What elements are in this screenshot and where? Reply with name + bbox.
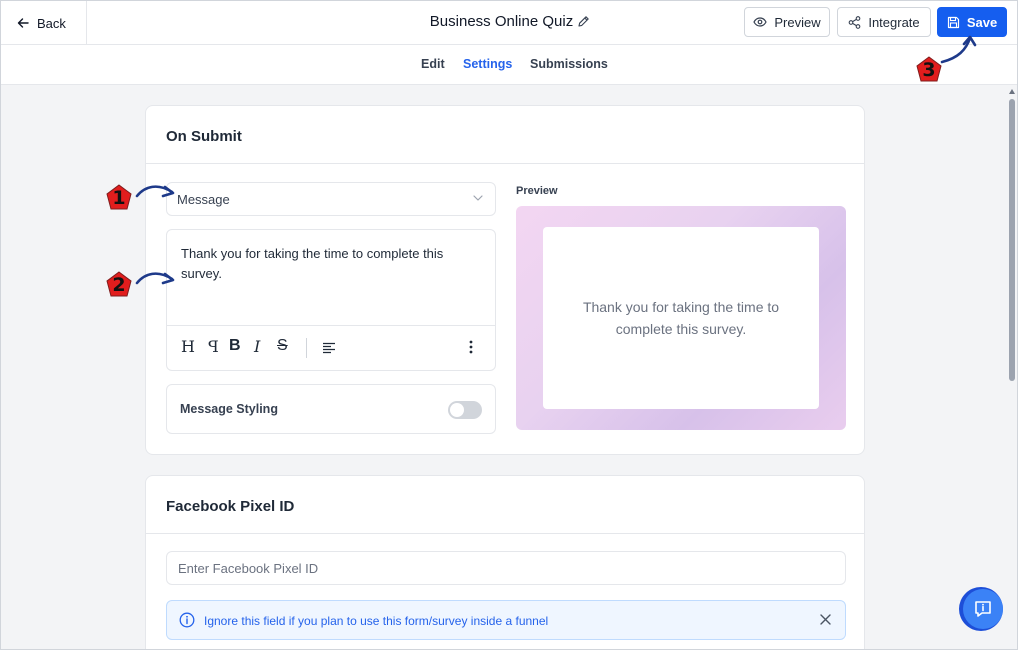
funnel-info-alert: Ignore this field if you plan to use thi… <box>166 600 846 640</box>
tab-bar: Edit Settings Submissions <box>1 45 1017 85</box>
eye-icon <box>753 17 768 27</box>
integrate-button-label: Integrate <box>868 14 920 30</box>
page-title: Business Online Quiz <box>429 13 574 30</box>
share-icon <box>848 15 861 29</box>
app-window: Back Business Online Quiz Preview Integr… <box>0 0 1018 650</box>
more-vertical-icon[interactable] <box>469 340 473 354</box>
step-marker-3: 3 <box>916 56 942 82</box>
toolbar-divider <box>306 338 307 358</box>
align-left-icon[interactable] <box>322 342 336 354</box>
tab-settings[interactable]: Settings <box>463 57 512 71</box>
on-submit-card: On Submit Message Thank you for taking t… <box>145 105 865 455</box>
back-button[interactable]: Back <box>1 1 87 45</box>
step-marker-1-number: 1 <box>112 187 126 209</box>
italic-button[interactable]: I <box>254 337 260 356</box>
facebook-pixel-title: Facebook Pixel ID <box>146 476 864 534</box>
scroll-up-arrow[interactable] <box>1009 89 1015 94</box>
arrow-left-icon <box>17 18 29 28</box>
bold-button[interactable]: B <box>229 337 241 355</box>
floppy-disk-icon <box>947 16 959 28</box>
chat-info-icon <box>975 601 991 617</box>
scroll-thumb[interactable] <box>1009 99 1015 381</box>
editor-toolbar: H ꟼ B I S <box>167 325 495 370</box>
preview-button-label: Preview <box>774 14 821 30</box>
heading-button[interactable]: H <box>181 337 195 356</box>
message-text[interactable]: Thank you for taking the time to complet… <box>181 244 481 284</box>
top-bar: Back Business Online Quiz Preview Integr… <box>1 1 1017 45</box>
integrate-button[interactable]: Integrate <box>837 7 931 37</box>
chat-help-button[interactable] <box>959 587 1003 631</box>
scrollbar[interactable] <box>1005 85 1017 649</box>
step-marker-2-number: 2 <box>112 274 126 296</box>
message-styling-toggle[interactable] <box>448 401 482 419</box>
info-icon <box>179 612 195 628</box>
close-icon[interactable] <box>820 614 831 625</box>
on-submit-title: On Submit <box>146 106 864 164</box>
message-styling-label: Message Styling <box>180 402 278 416</box>
funnel-info-text: Ignore this field if you plan to use thi… <box>204 614 549 628</box>
facebook-pixel-card: Facebook Pixel ID Ignore this field if y… <box>145 475 865 649</box>
preview-panel: Thank you for taking the time to complet… <box>516 206 846 430</box>
pencil-icon[interactable] <box>577 15 590 28</box>
submit-action-value: Message <box>177 191 230 207</box>
toggle-knob <box>450 403 464 417</box>
step-marker-3-number: 3 <box>922 59 936 81</box>
chevron-down-icon <box>473 195 483 201</box>
message-styling-row: Message Styling <box>166 384 496 434</box>
preview-message: Thank you for taking the time to complet… <box>543 227 819 409</box>
save-button[interactable]: Save <box>937 7 1007 37</box>
tab-submissions[interactable]: Submissions <box>530 57 608 71</box>
message-editor[interactable]: Thank you for taking the time to complet… <box>166 229 496 371</box>
step-marker-2: 2 <box>106 271 132 297</box>
facebook-pixel-input[interactable] <box>166 551 846 585</box>
save-button-label: Save <box>966 14 998 30</box>
preview-button[interactable]: Preview <box>744 7 830 37</box>
tab-edit[interactable]: Edit <box>421 57 445 71</box>
paragraph-button[interactable]: ꟼ <box>208 337 219 356</box>
preview-heading: Preview <box>516 185 558 197</box>
strikethrough-button[interactable]: S <box>277 337 288 355</box>
step-marker-1: 1 <box>106 184 132 210</box>
submit-action-select[interactable]: Message <box>166 182 496 216</box>
back-label: Back <box>37 15 66 31</box>
